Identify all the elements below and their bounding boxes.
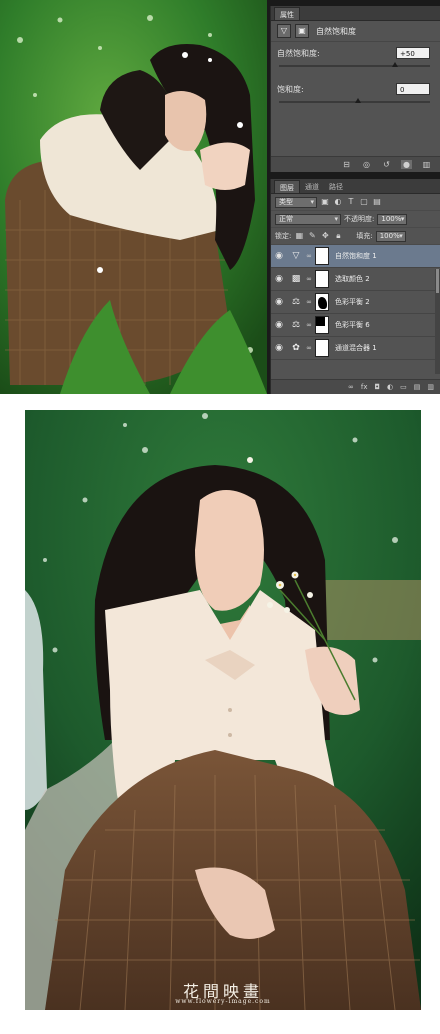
before-after-composite: 属性 ▽ ▣ 自然饱和度 自然饱和度: +50 饱和度: 0 ⊟ ◎ ↺ ● ▥	[0, 0, 440, 394]
selective-color-icon: ▩	[291, 274, 301, 284]
blend-row: 正常 不透明度: 100%	[271, 211, 440, 228]
link-icon[interactable]: ∞	[305, 252, 313, 260]
layer-mask-thumbnail[interactable]	[315, 293, 329, 311]
link-icon[interactable]: ∞	[305, 275, 313, 283]
saturation-slider-thumb[interactable]	[354, 98, 361, 103]
layer-name: 色彩平衡 2	[335, 298, 370, 306]
link-icon[interactable]: ∞	[305, 298, 313, 306]
image-filter-icon[interactable]: ▣	[320, 197, 330, 207]
view-previous-icon[interactable]: ◎	[361, 160, 372, 169]
vibrance-adjustment-icon: ▽	[277, 24, 291, 38]
original-photo	[0, 0, 267, 394]
vibrance-slider-thumb[interactable]	[392, 62, 399, 67]
edited-photo: 花間映畫 www.flowery-image.com	[25, 410, 421, 1010]
eye-icon[interactable]: ◉	[271, 343, 287, 353]
layer-mask-thumbnail[interactable]	[315, 247, 329, 265]
lock-position-icon[interactable]: ✥	[320, 231, 330, 241]
tab-properties[interactable]: 属性	[274, 7, 300, 20]
layer-row[interactable]: ◉ ⚖︎ ∞ 色彩平衡 6	[271, 314, 440, 337]
properties-panel: 属性 ▽ ▣ 自然饱和度 自然饱和度: +50 饱和度: 0 ⊟ ◎ ↺ ● ▥	[270, 6, 440, 172]
type-filter-icon[interactable]: T	[346, 197, 356, 207]
tab-channels[interactable]: 通道	[300, 180, 324, 193]
layer-row[interactable]: ◉ ⚖︎ ∞ 色彩平衡 2	[271, 291, 440, 314]
layer-mask-thumbnail[interactable]	[315, 270, 329, 288]
lock-all-icon[interactable]: 🔒︎	[333, 231, 343, 241]
properties-header: ▽ ▣ 自然饱和度	[271, 21, 440, 42]
new-group-icon[interactable]: ▭	[400, 383, 407, 391]
lock-label: 锁定:	[275, 232, 292, 240]
new-layer-icon[interactable]: ▤	[414, 383, 421, 391]
layers-scrollbar[interactable]	[435, 269, 440, 374]
layer-row[interactable]: ◉ ▽ ∞ 自然饱和度 1	[271, 245, 440, 268]
balance-scale-icon: ⚖︎	[291, 320, 301, 330]
smart-object-filter-icon[interactable]: ▤	[372, 197, 382, 207]
eye-icon[interactable]: ◉	[271, 274, 287, 284]
lock-row: 锁定: ▦ ✎ ✥ 🔒︎ 填充: 100%	[271, 228, 440, 245]
blend-mode-dropdown[interactable]: 正常	[275, 213, 341, 225]
vibrance-row: 自然饱和度: +50	[271, 42, 440, 78]
eye-icon[interactable]: ◉	[271, 251, 287, 261]
vibrance-slider[interactable]	[279, 62, 430, 67]
layer-name: 通道混合器 1	[335, 344, 377, 352]
saturation-row: 饱和度: 0	[271, 78, 440, 114]
lock-paint-icon[interactable]: ✎	[307, 231, 317, 241]
channel-mixer-icon: ✿	[292, 343, 300, 353]
shape-filter-icon[interactable]: ▢	[359, 197, 369, 207]
link-icon[interactable]: ∞	[305, 321, 313, 329]
layers-panel: 图层 通道 路径 类型 ▣ ◐ T ▢ ▤ 正常 不透明度: 100% 锁定: …	[270, 179, 440, 394]
link-layers-icon[interactable]: ∞	[348, 383, 354, 391]
layer-name: 选取颜色 2	[335, 275, 370, 283]
vibrance-input[interactable]: +50	[396, 47, 430, 59]
balance-scale-icon: ⚖︎	[291, 297, 301, 307]
fx-icon[interactable]: fx	[361, 383, 368, 391]
layer-mask-thumbnail[interactable]	[315, 339, 329, 357]
tab-paths[interactable]: 路径	[324, 180, 348, 193]
link-icon[interactable]: ∞	[305, 344, 313, 352]
add-mask-icon[interactable]: ◘	[374, 383, 380, 391]
watermark-url: www.flowery-image.com	[175, 998, 271, 1005]
layer-row[interactable]: ◉ ▩ ∞ 选取颜色 2	[271, 268, 440, 291]
layers-footer: ∞ fx ◘ ◐ ▭ ▤ ▥	[271, 379, 440, 394]
fill-value: 100%	[379, 231, 400, 240]
trash-icon[interactable]: ▥	[421, 160, 432, 169]
mask-icon[interactable]: ▣	[295, 24, 309, 38]
opacity-input[interactable]: 100%	[377, 213, 408, 225]
layer-row[interactable]: ◉ ✿ ∞ 通道混合器 1	[271, 337, 440, 360]
reset-icon[interactable]: ↺	[381, 160, 392, 169]
filter-kind-dropdown[interactable]: 类型	[275, 196, 317, 208]
eye-icon[interactable]: ◉	[271, 320, 287, 330]
properties-tabbar: 属性	[271, 6, 440, 21]
adjustment-title: 自然饱和度	[316, 26, 356, 36]
layer-filter-row: 类型 ▣ ◐ T ▢ ▤	[271, 194, 440, 211]
layer-name: 自然饱和度 1	[335, 252, 377, 260]
filter-kind-value: 类型	[279, 197, 293, 206]
properties-footer: ⊟ ◎ ↺ ● ▥	[271, 156, 440, 172]
tab-layers[interactable]: 图层	[274, 180, 300, 193]
opacity-label: 不透明度:	[344, 215, 375, 223]
opacity-value: 100%	[381, 214, 402, 223]
clip-to-layer-icon[interactable]: ⊟	[341, 160, 352, 169]
vibrance-triangle-icon: ▽	[292, 251, 300, 261]
blend-mode-value: 正常	[279, 214, 293, 223]
eye-icon[interactable]: ◉	[271, 297, 287, 307]
saturation-label: 饱和度:	[277, 85, 304, 94]
adjustment-filter-icon[interactable]: ◐	[333, 197, 343, 207]
saturation-slider[interactable]	[279, 98, 430, 103]
saturation-input[interactable]: 0	[396, 83, 430, 95]
layer-mask-thumbnail[interactable]	[315, 316, 329, 334]
layers-tabbar: 图层 通道 路径	[271, 179, 440, 194]
fill-input[interactable]: 100%	[375, 230, 406, 242]
trash-icon[interactable]: ▥	[427, 383, 434, 391]
visibility-toggle-icon[interactable]: ●	[401, 160, 412, 169]
layer-name: 色彩平衡 6	[335, 321, 370, 329]
fill-label: 填充:	[356, 232, 373, 240]
lock-pixels-icon[interactable]: ▦	[294, 231, 304, 241]
vibrance-label: 自然饱和度:	[277, 49, 320, 58]
new-adjustment-icon[interactable]: ◐	[387, 383, 393, 391]
